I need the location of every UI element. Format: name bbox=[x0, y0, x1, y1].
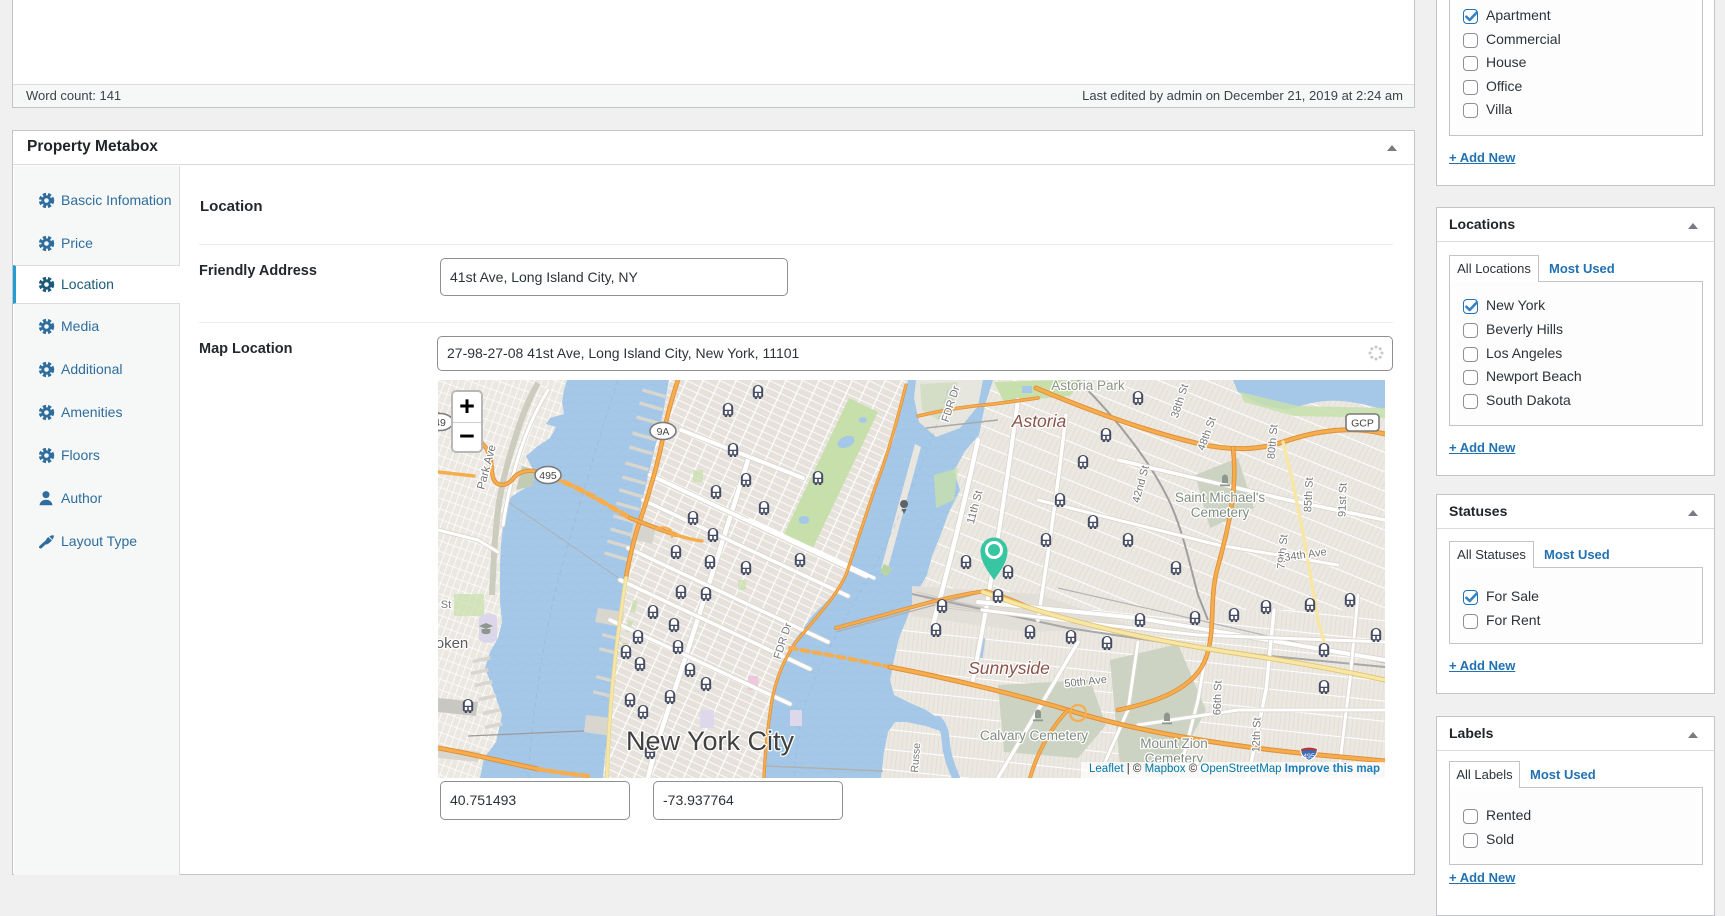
svg-text:91st St: 91st St bbox=[1336, 483, 1349, 518]
svg-text:49: 49 bbox=[438, 417, 446, 429]
svg-text:Astoria: Astoria bbox=[1011, 411, 1067, 431]
svg-text:85th St: 85th St bbox=[1302, 477, 1316, 512]
svg-text:Mount Zion: Mount Zion bbox=[1140, 736, 1208, 751]
svg-text:St: St bbox=[441, 599, 451, 611]
svg-text:Cemetery: Cemetery bbox=[1191, 505, 1250, 520]
svg-text:GCP: GCP bbox=[1351, 418, 1374, 430]
svg-text:12th St: 12th St bbox=[1250, 717, 1263, 752]
svg-text:Calvary Cemetery: Calvary Cemetery bbox=[980, 728, 1088, 743]
svg-text:New York City: New York City bbox=[626, 726, 795, 756]
svg-text:Saint Michael's: Saint Michael's bbox=[1175, 490, 1266, 505]
svg-text:66th St: 66th St bbox=[1211, 680, 1224, 715]
svg-text:9A: 9A bbox=[657, 426, 670, 438]
svg-text:495: 495 bbox=[539, 470, 557, 482]
svg-text:Sunnyside: Sunnyside bbox=[968, 658, 1050, 678]
svg-text:Astoria Park: Astoria Park bbox=[1051, 380, 1125, 393]
svg-text:495: 495 bbox=[1303, 754, 1315, 761]
svg-text:oken: oken bbox=[438, 635, 468, 652]
